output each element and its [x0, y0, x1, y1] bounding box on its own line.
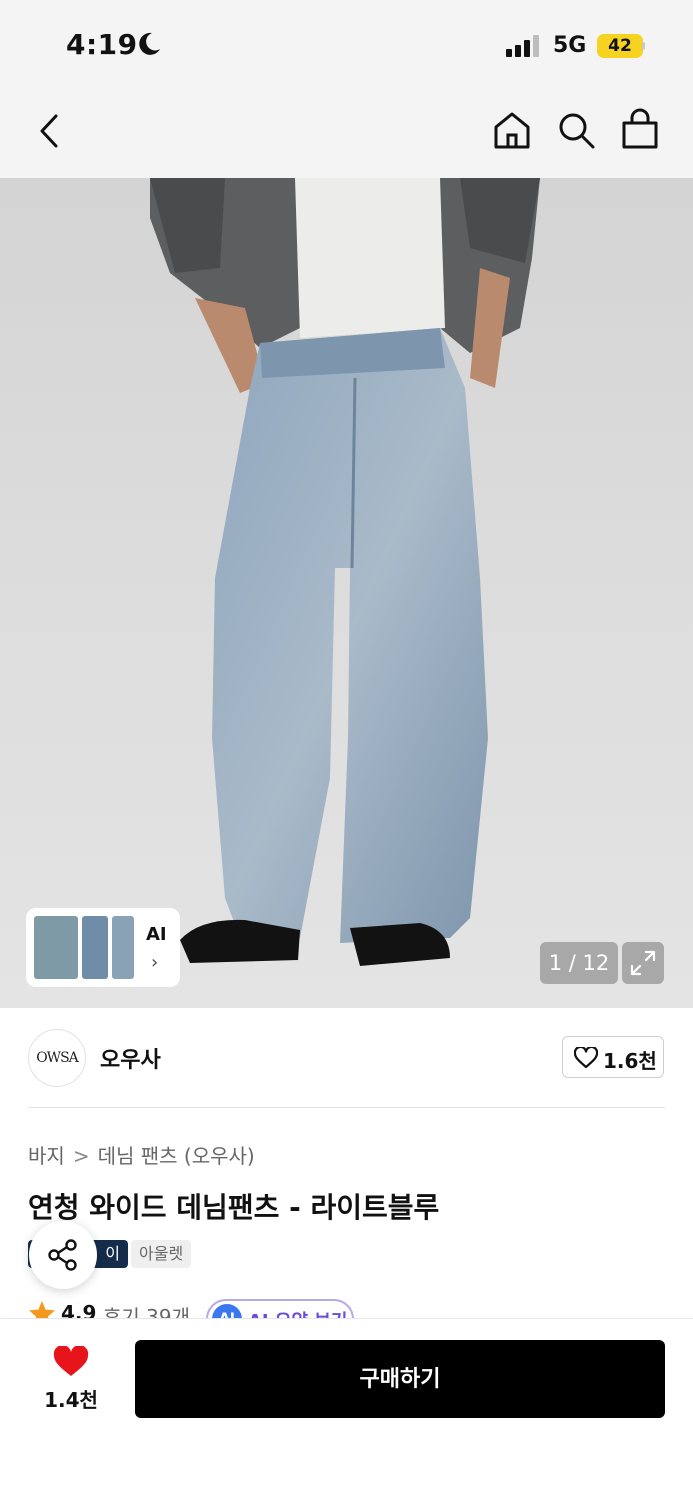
- search-icon[interactable]: [556, 110, 596, 150]
- status-time: 4:19: [66, 28, 138, 61]
- section-divider: [28, 1107, 665, 1108]
- battery-indicator: 42: [597, 34, 643, 58]
- signal-icon: [506, 35, 539, 57]
- rating-score: 4.9: [61, 1301, 97, 1319]
- share-button[interactable]: [29, 1221, 97, 1289]
- buy-button[interactable]: 구매하기: [135, 1340, 665, 1418]
- chevron-right-icon: ›: [151, 952, 159, 973]
- breadcrumb-item-denim[interactable]: 데님 팬츠 (오우사): [98, 1144, 255, 1168]
- thumbnail-1: [34, 916, 78, 979]
- ai-thumbnail-card[interactable]: AI ›: [28, 910, 178, 985]
- thumbnail-2: [82, 916, 108, 979]
- brand-like-button[interactable]: 1.6천: [562, 1036, 664, 1078]
- jeans-model-photo: [150, 178, 540, 966]
- ai-badge-icon: AI: [212, 1304, 242, 1319]
- star-icon: [29, 1301, 55, 1319]
- breadcrumb-separator: >: [72, 1144, 90, 1168]
- wish-count: 1.4천: [44, 1388, 98, 1412]
- product-title: 연청 와이드 데님팬츠 - 라이트블루: [28, 1191, 440, 1224]
- status-bar: 4:19 5G 42: [0, 0, 693, 90]
- ai-label: AI: [146, 924, 167, 945]
- network-label: 5G: [553, 33, 587, 58]
- breadcrumb: 바지 > 데님 팬츠 (오우사): [28, 1140, 255, 1169]
- review-count-link[interactable]: 후기 39개: [103, 1301, 190, 1319]
- battery-tip: [642, 42, 645, 50]
- back-chevron-icon[interactable]: [36, 112, 64, 150]
- heart-outline-icon: [574, 1047, 598, 1069]
- product-image[interactable]: AI › 1 / 12: [0, 178, 693, 1008]
- home-icon[interactable]: [492, 110, 532, 150]
- thumbnail-3: [112, 916, 134, 979]
- brand-like-count: 1.6천: [603, 1049, 657, 1073]
- share-icon: [48, 1239, 77, 1271]
- expand-button[interactable]: [622, 942, 664, 984]
- ai-summary-button[interactable]: AI AI 요약 보기: [206, 1299, 354, 1319]
- image-counter: 1 / 12: [540, 942, 618, 984]
- shopping-bag-icon[interactable]: [620, 108, 660, 150]
- tag-outlet: 아울렛: [131, 1240, 192, 1268]
- brand-logo[interactable]: OWSA: [28, 1029, 86, 1087]
- top-nav-bar: [0, 90, 693, 178]
- breadcrumb-item-pants[interactable]: 바지: [28, 1144, 65, 1168]
- expand-icon: [630, 950, 656, 976]
- brand-name[interactable]: 오우사: [100, 1042, 161, 1074]
- heart-filled-icon[interactable]: [53, 1346, 89, 1378]
- moon-icon: [139, 32, 160, 55]
- rating-row: 4.9 후기 39개 AI AI 요약 보기: [28, 1297, 368, 1319]
